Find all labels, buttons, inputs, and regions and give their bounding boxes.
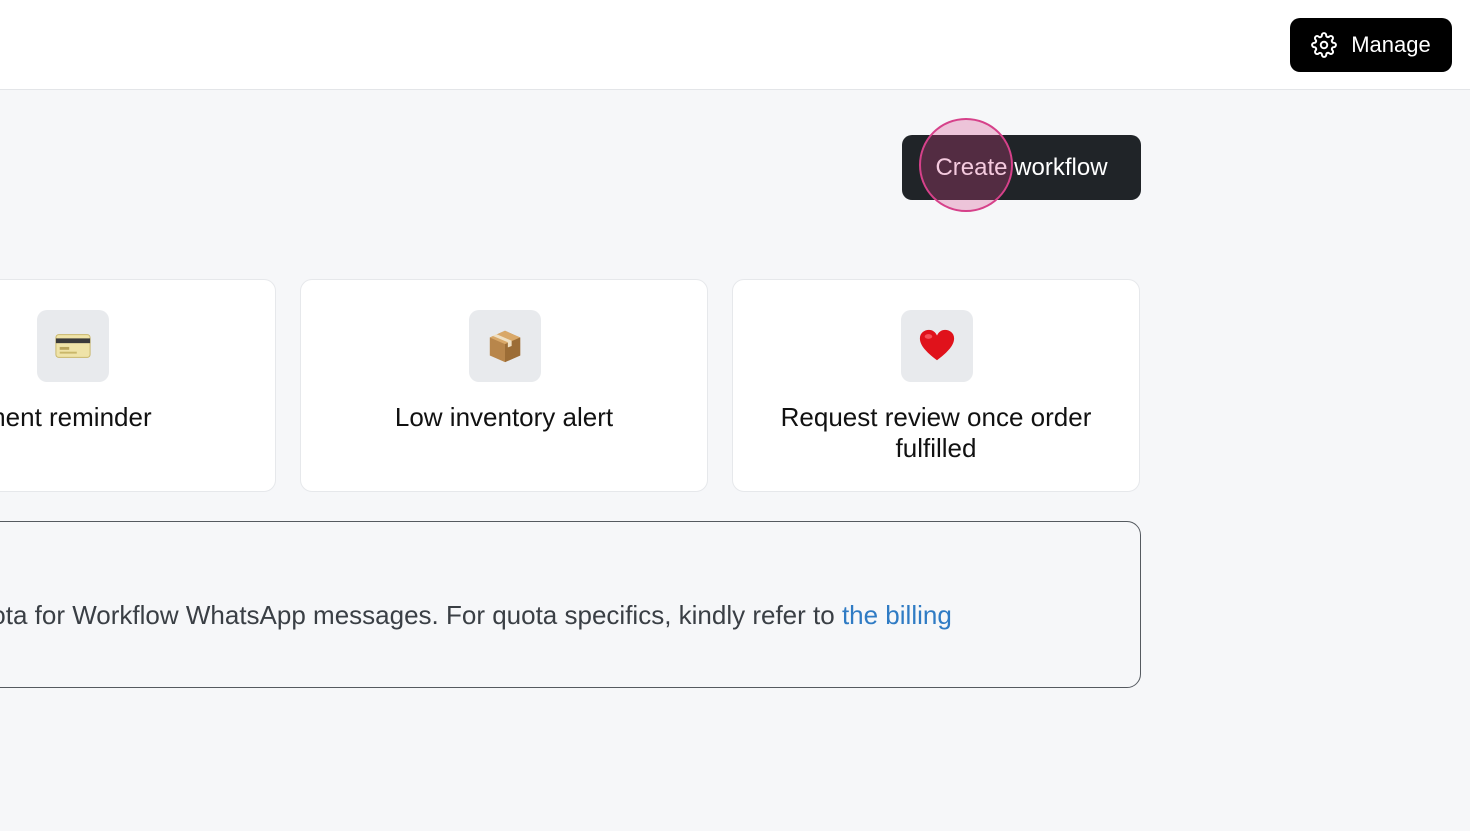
top-bar: Manage xyxy=(0,0,1470,90)
template-card-low-inventory-alert[interactable]: Low inventory alert xyxy=(300,279,708,492)
credit-card-icon xyxy=(37,310,109,382)
manage-label: Manage xyxy=(1351,32,1431,57)
create-workflow-label: Create workflow xyxy=(935,153,1108,181)
template-card-request-review[interactable]: Request review once order fulfilled xyxy=(732,279,1140,492)
gear-icon xyxy=(1311,32,1338,58)
template-label: Request review once order fulfilled xyxy=(780,402,1092,463)
template-card-payment-reminder[interactable]: yment reminder xyxy=(0,279,276,492)
quota-notice: ted quota for Workflow WhatsApp messages… xyxy=(0,521,1141,688)
quota-notice-text: ted quota for Workflow WhatsApp messages… xyxy=(0,600,952,631)
template-label: Low inventory alert xyxy=(394,402,614,432)
red-heart-icon xyxy=(901,310,973,382)
manage-button[interactable]: Manage xyxy=(1290,18,1452,72)
create-workflow-button[interactable]: Create workflow xyxy=(902,135,1141,200)
package-icon xyxy=(469,310,541,382)
billing-link[interactable]: the billing xyxy=(842,600,952,630)
quota-notice-message: ted quota for Workflow WhatsApp messages… xyxy=(0,600,842,630)
